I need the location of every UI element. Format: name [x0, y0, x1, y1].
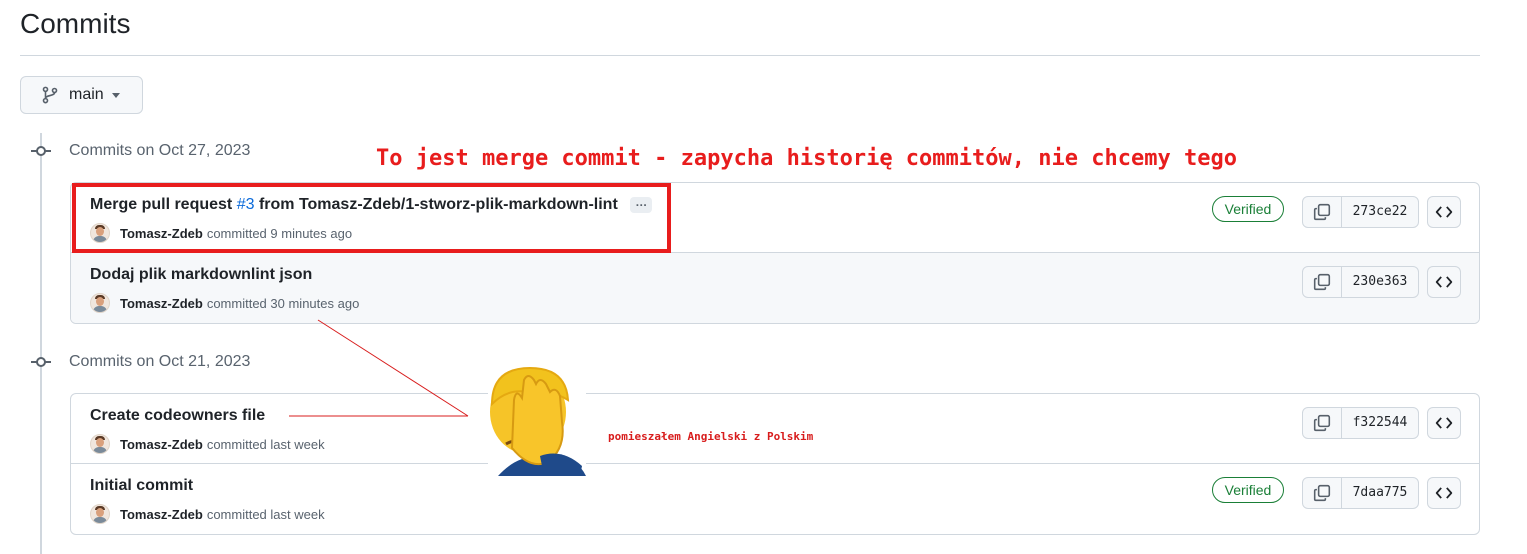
face-palm-emoji: [488, 366, 586, 476]
annotation-caption: pomieszałem Angielski z Polskim: [608, 430, 814, 443]
